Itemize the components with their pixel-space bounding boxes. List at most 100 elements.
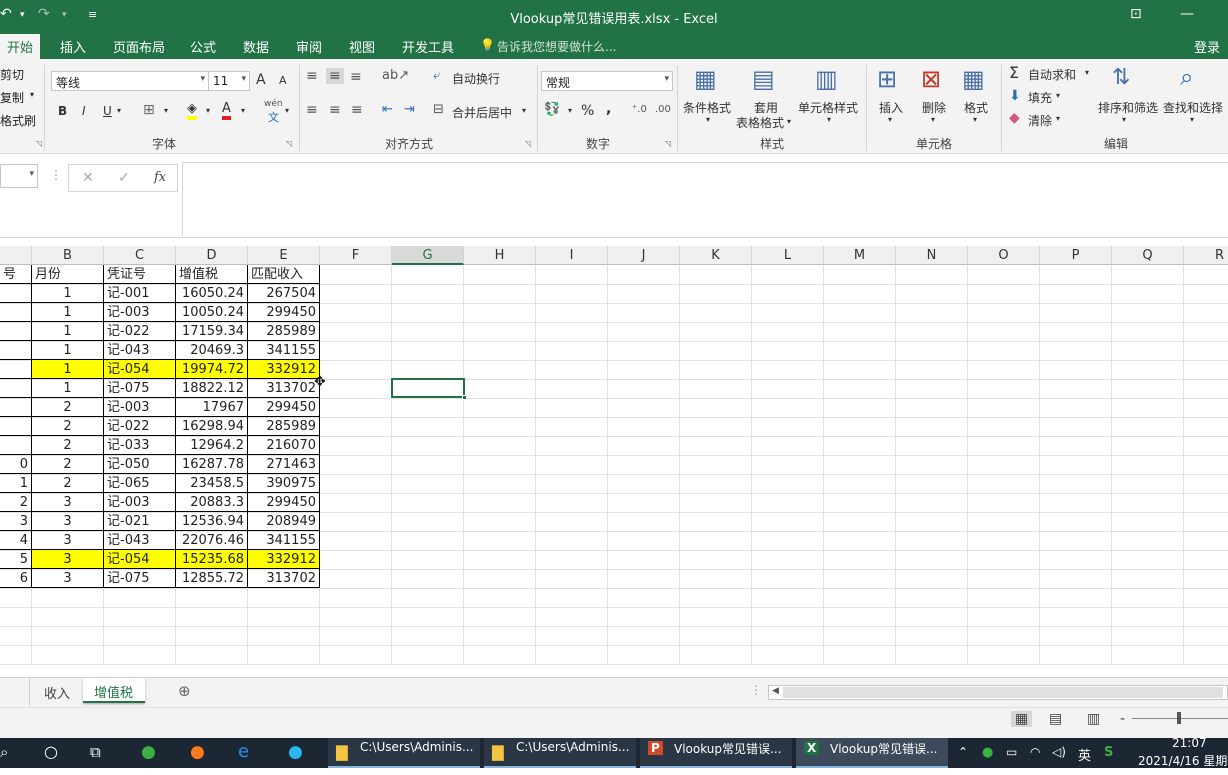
table-cell[interactable]: 12855.72 [176, 569, 248, 588]
header-cell[interactable]: 匹配收入 [248, 265, 320, 284]
column-header-a[interactable]: A [0, 246, 32, 265]
table-cell[interactable]: 3 [32, 550, 104, 569]
column-header-o[interactable]: O [968, 246, 1040, 265]
table-cell[interactable]: 16287.78 [176, 455, 248, 474]
clock-date[interactable]: 2021/4/16 星期 [1138, 745, 1227, 775]
merge-center-button[interactable]: 合并后居中 [452, 104, 512, 121]
table-cell[interactable]: 记-043 [104, 341, 176, 360]
table-cell[interactable]: 记-003 [104, 303, 176, 322]
autosum-dropdown-icon[interactable]: ▾ [1085, 68, 1089, 77]
clear-dropdown-icon[interactable]: ▾ [1056, 114, 1060, 123]
border-icon[interactable]: ⊞ [143, 102, 155, 118]
column-header-b[interactable]: B [32, 246, 104, 265]
ribbon-display-icon[interactable]: ⊡ [1130, 6, 1142, 22]
table-cell[interactable]: 341155 [248, 531, 320, 550]
horizontal-scrollbar[interactable]: ◀ [768, 685, 1228, 700]
copy-dropdown-icon[interactable]: ▾ [30, 90, 34, 99]
decrease-decimal-icon[interactable]: .00 [655, 104, 671, 115]
column-header-h[interactable]: H [464, 246, 536, 265]
fill-color-icon[interactable]: ◈ [187, 102, 197, 120]
font-size-combo[interactable]: 11 ▾ [208, 71, 250, 91]
increase-decimal-icon[interactable]: ⁺.0 [632, 104, 647, 115]
cancel-icon[interactable]: ✕ [82, 170, 94, 186]
increase-indent-icon[interactable]: ⇥ [404, 102, 415, 117]
table-cell[interactable]: 12536.94 [176, 512, 248, 531]
table-cell[interactable]: 记-065 [104, 474, 176, 493]
align-top-icon[interactable]: ≡ [306, 68, 318, 84]
fill-dropdown-icon[interactable]: ▾ [1056, 91, 1060, 100]
table-cell[interactable]: 记-022 [104, 322, 176, 341]
search-icon[interactable]: ⌕ [0, 738, 8, 768]
cortana-icon[interactable]: ○ [44, 738, 58, 768]
name-box[interactable]: ▾ [0, 164, 38, 188]
table-cell[interactable]: 208949 [248, 512, 320, 531]
header-cell[interactable]: 凭证号 [104, 265, 176, 284]
delete-cells-button[interactable]: 删除 [922, 99, 946, 116]
percent-style-button[interactable]: % [581, 103, 594, 119]
alignment-launcher-icon[interactable]: ◹ [525, 139, 531, 148]
table-cell[interactable]: 2 [32, 436, 104, 455]
accounting-dropdown-icon[interactable]: ▾ [568, 106, 572, 115]
sheet-tab-vat[interactable]: 增值税 [83, 678, 145, 703]
ie-icon[interactable]: e [238, 738, 249, 768]
insert-dropdown-icon[interactable]: ▾ [888, 115, 892, 124]
table-cell[interactable] [0, 322, 32, 341]
table-cell[interactable]: 285989 [248, 322, 320, 341]
font-color-button[interactable]: A [222, 102, 231, 120]
clear-button[interactable]: 清除 [1028, 112, 1052, 129]
firefox-icon[interactable]: ● [190, 738, 205, 768]
underline-button[interactable]: U [103, 104, 112, 118]
table-cell[interactable]: 271463 [248, 455, 320, 474]
format-dropdown-icon[interactable]: ▾ [973, 115, 977, 124]
format-cells-button[interactable]: 格式 [964, 99, 988, 116]
column-header-r[interactable]: R [1184, 246, 1228, 265]
grow-font-button[interactable]: A [256, 72, 266, 88]
column-header-m[interactable]: M [824, 246, 896, 265]
table-cell[interactable]: 1 [32, 379, 104, 398]
table-cell[interactable]: 15235.68 [176, 550, 248, 569]
table-cell[interactable]: 5 [0, 550, 32, 569]
table-cell[interactable]: 17967 [176, 398, 248, 417]
align-center-icon[interactable]: ≡ [329, 102, 341, 118]
table-cell[interactable]: 记-054 [104, 550, 176, 569]
taskbar-item-excel[interactable]: X Vlookup常见错误... [796, 738, 948, 768]
fill-color-dropdown-icon[interactable]: ▾ [206, 106, 210, 115]
table-cell[interactable]: 3 [32, 531, 104, 550]
table-cell[interactable]: 3 [32, 512, 104, 531]
column-header-q[interactable]: Q [1112, 246, 1184, 265]
find-dropdown-icon[interactable]: ▾ [1190, 115, 1194, 124]
table-cell[interactable]: 记-003 [104, 398, 176, 417]
table-cell[interactable]: 记-003 [104, 493, 176, 512]
table-cell[interactable]: 记-022 [104, 417, 176, 436]
normal-view-icon[interactable]: ▦ [1011, 711, 1033, 727]
table-cell[interactable]: 18822.12 [176, 379, 248, 398]
table-cell[interactable]: 记-001 [104, 284, 176, 303]
table-cell[interactable]: 390975 [248, 474, 320, 493]
tell-me-search[interactable]: 告诉我您想要做什么... [497, 38, 616, 55]
page-break-icon[interactable]: ▥ [1087, 711, 1100, 727]
fill-handle[interactable] [462, 395, 467, 400]
insert-cells-button[interactable]: 插入 [879, 99, 903, 116]
name-box-dropdown-icon[interactable]: ▾ [29, 169, 34, 179]
table-cell[interactable]: 20883.3 [176, 493, 248, 512]
scroll-thumb[interactable] [783, 687, 1223, 698]
table-cell[interactable] [0, 360, 32, 379]
sogou-icon[interactable]: S [1104, 738, 1113, 768]
number-launcher-icon[interactable]: ◹ [665, 139, 671, 148]
tab-data[interactable]: 数据 [243, 37, 269, 56]
table-cell[interactable]: 299450 [248, 398, 320, 417]
header-cell[interactable]: 月份 [32, 265, 104, 284]
scroll-left-icon[interactable]: ◀ [772, 686, 779, 696]
table-cell[interactable]: 20469.3 [176, 341, 248, 360]
tab-view[interactable]: 视图 [349, 37, 375, 56]
tab-review[interactable]: 审阅 [296, 37, 322, 56]
table-cell[interactable]: 2 [32, 474, 104, 493]
table-cell[interactable] [0, 436, 32, 455]
enter-icon[interactable]: ✓ [118, 170, 130, 186]
cut-button[interactable]: 剪切 [0, 66, 24, 83]
wechat-icon[interactable]: ● [982, 738, 993, 768]
table-cell[interactable]: 12964.2 [176, 436, 248, 455]
tab-formulas[interactable]: 公式 [190, 37, 216, 56]
edge-icon[interactable]: ● [288, 738, 303, 768]
table-cell[interactable]: 16298.94 [176, 417, 248, 436]
